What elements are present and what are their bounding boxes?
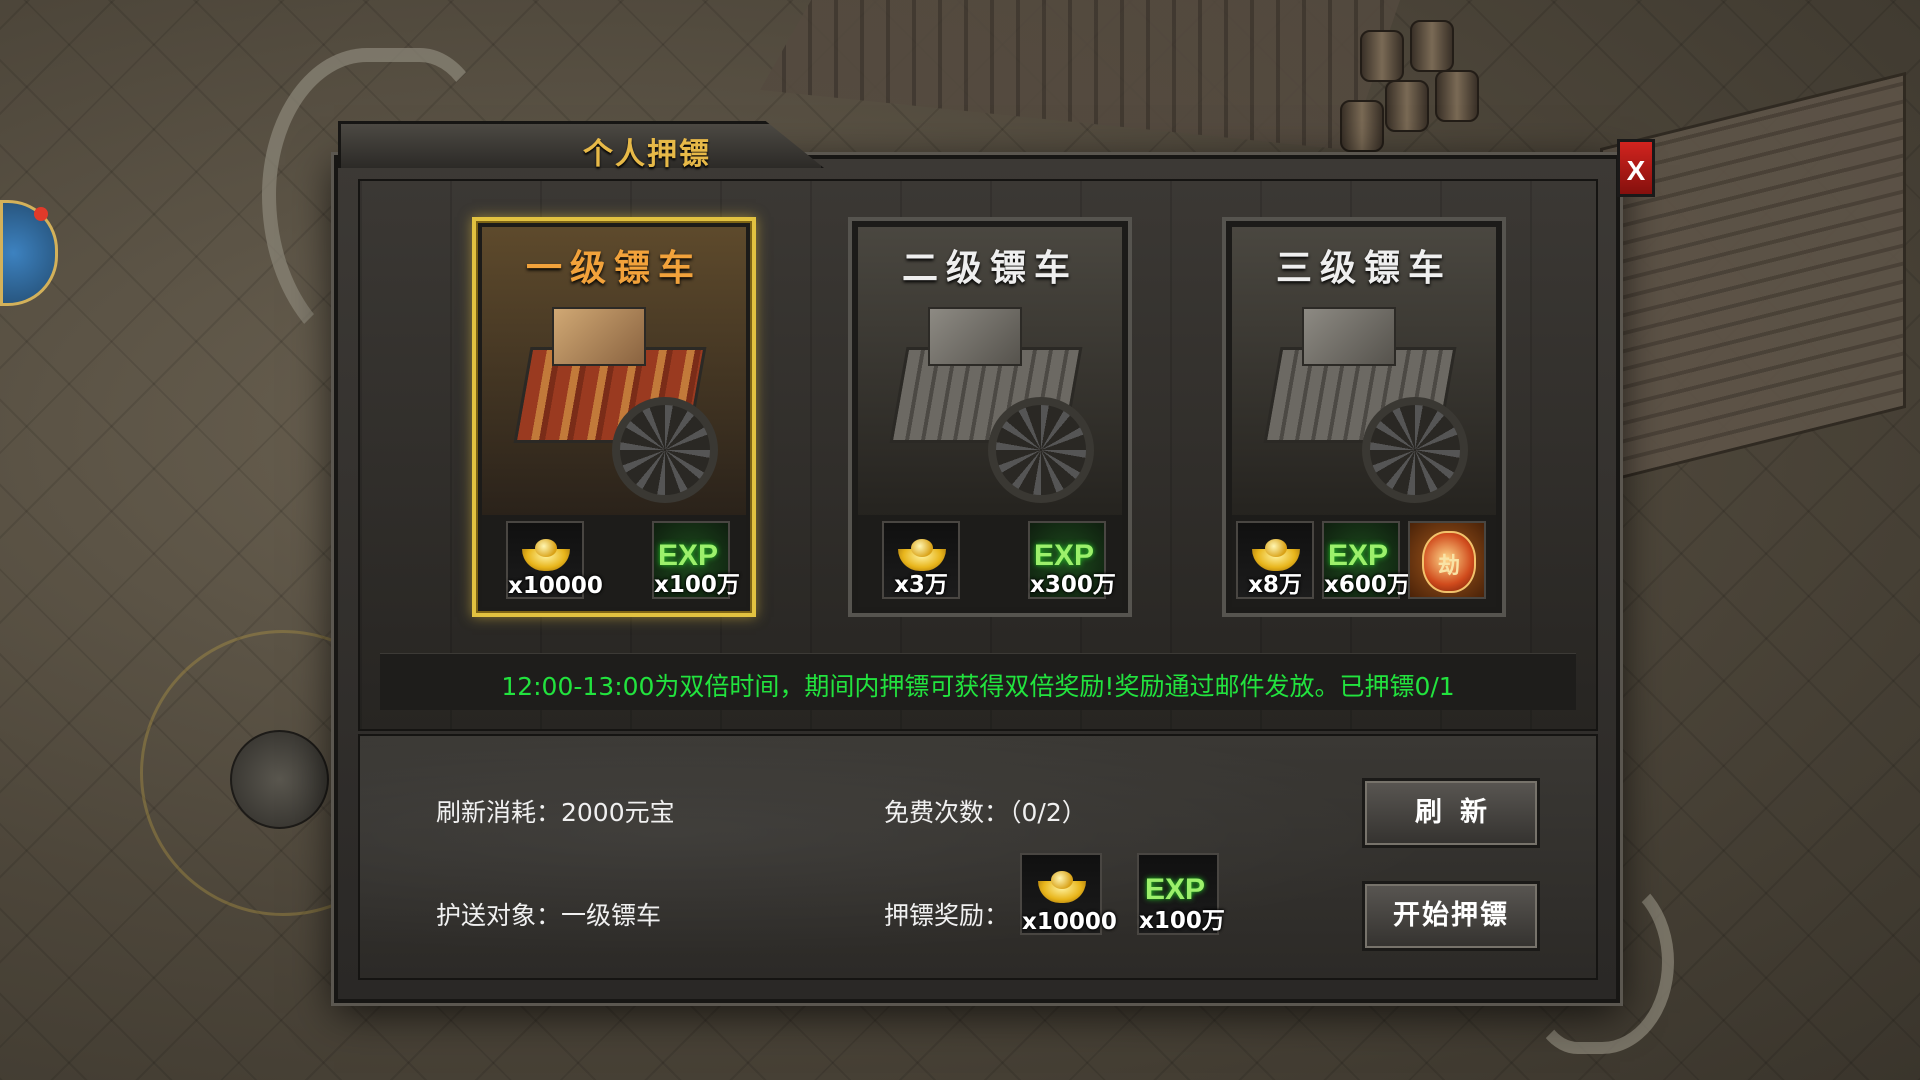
token-glyph: 劫 — [1437, 553, 1460, 579]
gold-ingot-icon — [522, 537, 570, 571]
reward-slot-exp[interactable]: EXP x300万 — [1028, 521, 1116, 599]
notice-text: 12:00-13:00为双倍时间，期间内押镖可获得双倍奖励!奖励通过邮件发放。已… — [501, 672, 1455, 701]
gold-ingot-icon — [1038, 869, 1086, 903]
reward-quantity: x8万 — [1248, 572, 1302, 598]
cart-name: 三级镖车 — [1275, 247, 1452, 289]
cart-card-level-1[interactable]: 一级镖车 x10000 EXP x100万 — [472, 217, 756, 617]
escort-cart-image: 三级镖车 — [1232, 227, 1496, 517]
map-button[interactable] — [0, 200, 58, 306]
dialog-title-tab — [338, 121, 824, 168]
cart-wheel-art — [612, 397, 718, 503]
reward-slot-token[interactable]: 劫 — [1408, 521, 1486, 599]
escort-reward-label: 押镖奖励： — [884, 901, 1010, 930]
reward-slot-gold[interactable]: x8万 — [1236, 521, 1314, 599]
cargo-crates-art — [1302, 307, 1396, 366]
escort-reward-slot-exp[interactable]: EXP x100万 — [1137, 853, 1225, 935]
cart-selection-panel: 一级镖车 x10000 EXP x100万 二级镖车 x3万 EXP x300万… — [358, 179, 1598, 731]
reward-slot-gold[interactable]: x3万 — [882, 521, 960, 599]
escort-cart-image: 二级镖车 — [858, 227, 1122, 517]
barrel-scenery — [1410, 20, 1454, 72]
escort-reward-slot-gold[interactable]: x10000 — [1020, 853, 1117, 935]
reward-quantity: x100万 — [654, 572, 740, 598]
personal-escort-dialog: 个人押镖 X 一级镖车 x10000 EXP x100万 二级镖车 x3万 EX… — [334, 121, 1655, 1003]
cargo-crates-art — [928, 307, 1022, 366]
dialog-title: 个人押镖 — [583, 137, 711, 172]
reward-quantity: x100万 — [1139, 908, 1225, 934]
free-count-label: 免费次数：（0/2） — [884, 798, 1087, 827]
robbery-token-icon: 劫 — [1422, 531, 1476, 593]
market-roof-scenery — [760, 0, 1400, 150]
cart-wheel-art — [1362, 397, 1468, 503]
barrel-scenery — [1340, 100, 1384, 152]
reward-slot-gold[interactable]: x10000 — [506, 521, 603, 599]
barrel-scenery — [1435, 70, 1479, 122]
close-button[interactable]: X — [1617, 139, 1655, 197]
double-reward-notice-bar: 12:00-13:00为双倍时间，期间内押镖可获得双倍奖励!奖励通过邮件发放。已… — [380, 653, 1576, 710]
virtual-joystick-knob[interactable] — [230, 730, 329, 829]
cargo-crates-art — [552, 307, 646, 366]
cart-name: 二级镖车 — [901, 247, 1078, 289]
start-escort-button[interactable]: 开始押镖 — [1362, 881, 1540, 951]
cart-card-level-2[interactable]: 二级镖车 x3万 EXP x300万 — [848, 217, 1132, 617]
cart-name: 一级镖车 — [525, 247, 702, 289]
reward-slot-exp[interactable]: EXP x600万 — [1322, 521, 1410, 599]
escort-info-panel: 刷新消耗：2000元宝 免费次数：（0/2） 护送对象：一级镖车 押镖奖励： 刷… — [358, 734, 1598, 980]
market-stall-scenery — [1600, 71, 1906, 485]
reward-quantity: x10000 — [1022, 909, 1117, 935]
notification-badge — [34, 207, 48, 221]
cart-rewards: x8万 EXP x600万 劫 — [1232, 515, 1496, 607]
barrel-scenery — [1360, 30, 1404, 82]
reward-quantity: x600万 — [1324, 572, 1410, 598]
reward-quantity: x3万 — [894, 572, 948, 598]
escort-cart-image: 一级镖车 — [482, 227, 746, 517]
barrel-scenery — [1385, 80, 1429, 132]
escort-target-label: 护送对象：一级镖车 — [436, 901, 662, 930]
cart-card-level-3[interactable]: 三级镖车 x8万 EXP x600万 劫 — [1222, 217, 1506, 617]
refresh-cost-label: 刷新消耗：2000元宝 — [436, 798, 675, 827]
cart-wheel-art — [988, 397, 1094, 503]
reward-quantity: x10000 — [508, 573, 603, 599]
cart-rewards: x3万 EXP x300万 — [858, 515, 1122, 607]
reward-quantity: x300万 — [1030, 572, 1116, 598]
reward-slot-exp[interactable]: EXP x100万 — [652, 521, 740, 599]
cart-rewards: x10000 EXP x100万 — [482, 515, 746, 607]
refresh-button[interactable]: 刷新 — [1362, 778, 1540, 848]
